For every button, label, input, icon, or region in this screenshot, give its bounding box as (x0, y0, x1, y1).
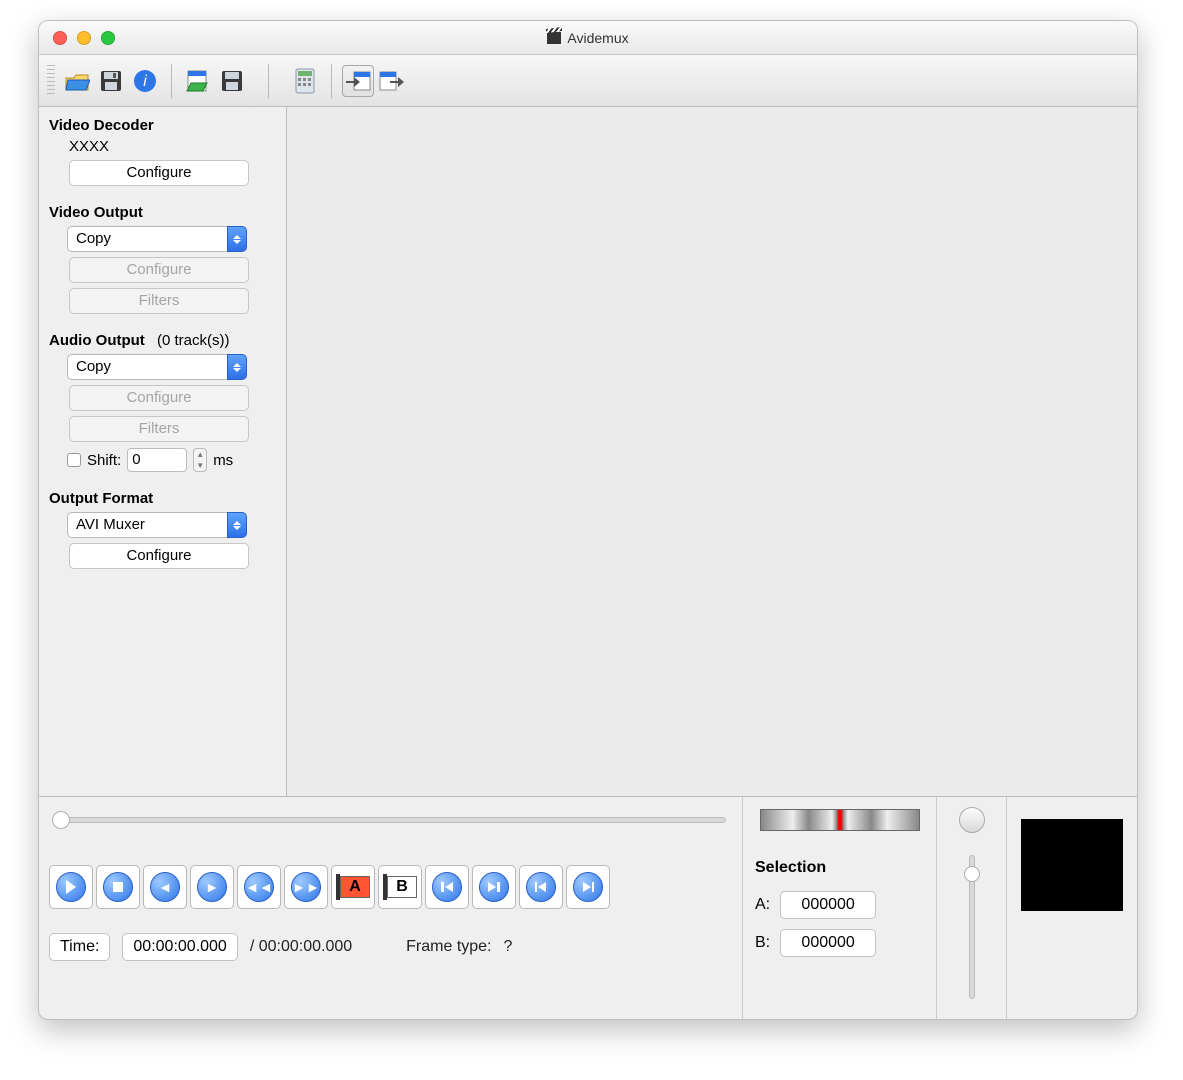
seek-thumb[interactable] (52, 811, 70, 829)
output-format-selected: AVI Muxer (67, 512, 227, 538)
svg-text:i: i (143, 73, 147, 90)
audio-output-tracks: (0 track(s)) (157, 332, 230, 349)
volume-pane (937, 797, 1007, 1019)
output-format-section: Output Format AVI Muxer Configure (49, 490, 278, 569)
open-file-button[interactable] (61, 65, 93, 97)
audio-output-selected: Copy (67, 354, 227, 380)
app-window: Avidemux i (38, 20, 1138, 1020)
video-output-filters-button: Filters (69, 288, 249, 314)
toolbar-grip (47, 65, 55, 97)
video-decoder-title: Video Decoder (49, 117, 278, 134)
prev-cut-button[interactable] (425, 865, 469, 909)
video-decoder-configure-button[interactable]: Configure (69, 160, 249, 186)
volume-thumb[interactable] (964, 866, 980, 882)
volume-slider[interactable] (969, 855, 975, 999)
titlebar: Avidemux (39, 21, 1137, 55)
audio-output-select[interactable]: Copy (67, 354, 247, 380)
video-output-title: Video Output (49, 204, 278, 221)
goto-end-button[interactable] (566, 865, 610, 909)
app-icon (547, 32, 561, 44)
frame-type-value: ? (504, 938, 513, 956)
stop-button[interactable] (96, 865, 140, 909)
next-keyframe-button[interactable]: ►► (284, 865, 328, 909)
video-output-selected: Copy (67, 226, 227, 252)
audio-output-title-text: Audio Output (49, 332, 145, 349)
toolbar: i (39, 55, 1137, 107)
audio-output-configure-button: Configure (69, 385, 249, 411)
audio-shift-checkbox[interactable] (67, 453, 81, 467)
export-button[interactable] (376, 65, 408, 97)
frame-type-label: Frame type: (406, 938, 491, 956)
audio-toggle-button[interactable] (959, 807, 985, 833)
seek-slider[interactable] (55, 817, 726, 823)
audio-output-filters-button: Filters (69, 416, 249, 442)
save-project-button[interactable] (216, 65, 248, 97)
selection-b-label: B: (755, 934, 770, 952)
bottom-panel: ◄ ► ◄◄ ►► A B Time: 00:00:00.000 / 00:00… (39, 797, 1137, 1019)
video-output-section: Video Output Copy Configure Filters (49, 204, 278, 314)
video-output-configure-button: Configure (69, 257, 249, 283)
marker-a-icon: A (340, 876, 370, 898)
time-input[interactable]: 00:00:00.000 (122, 933, 237, 961)
video-output-select[interactable]: Copy (67, 226, 247, 252)
audio-shift-label: Shift: (87, 452, 121, 469)
prev-keyframe-button[interactable]: ◄◄ (237, 865, 281, 909)
set-marker-a-button[interactable]: A (331, 865, 375, 909)
marker-b-icon: B (387, 876, 417, 898)
video-preview-area (287, 107, 1137, 796)
next-frame-button[interactable]: ► (190, 865, 234, 909)
selection-a-value[interactable]: 000000 (780, 891, 876, 919)
output-format-select[interactable]: AVI Muxer (67, 512, 247, 538)
thumbnail-pane (1007, 797, 1137, 1019)
audio-output-section: Audio Output (0 track(s)) Copy Configure… (49, 332, 278, 472)
window-zoom-button[interactable] (101, 31, 115, 45)
calculator-button[interactable] (289, 65, 321, 97)
output-format-configure-button[interactable]: Configure (69, 543, 249, 569)
window-close-button[interactable] (53, 31, 67, 45)
audio-shift-input[interactable]: 0 (127, 448, 187, 472)
select-arrows-icon (227, 354, 247, 380)
time-total: / 00:00:00.000 (250, 938, 352, 956)
window-minimize-button[interactable] (77, 31, 91, 45)
selection-title: Selection (755, 859, 924, 877)
info-button[interactable]: i (129, 65, 161, 97)
preview-thumbnail (1021, 819, 1123, 911)
selection-b-value[interactable]: 000000 (780, 929, 876, 957)
selection-pane: Selection A: 000000 B: 000000 (743, 797, 937, 1019)
audio-shift-unit: ms (213, 452, 233, 469)
video-decoder-section: Video Decoder XXXX Configure (49, 117, 278, 186)
play-button[interactable] (49, 865, 93, 909)
prev-frame-button[interactable]: ◄ (143, 865, 187, 909)
audio-shift-stepper[interactable]: ▲▼ (193, 448, 207, 472)
output-format-title: Output Format (49, 490, 278, 507)
next-cut-button[interactable] (472, 865, 516, 909)
save-file-button[interactable] (95, 65, 127, 97)
set-marker-b-button[interactable]: B (378, 865, 422, 909)
open-project-button[interactable] (182, 65, 214, 97)
settings-sidebar: Video Decoder XXXX Configure Video Outpu… (39, 107, 287, 796)
transport-bar: ◄ ► ◄◄ ►► A B (49, 865, 732, 909)
window-title: Avidemux (567, 30, 628, 46)
jog-wheel[interactable] (760, 809, 920, 831)
video-decoder-codec: XXXX (69, 138, 278, 155)
goto-start-button[interactable] (519, 865, 563, 909)
audio-output-title: Audio Output (0 track(s)) (49, 332, 278, 349)
import-button[interactable] (342, 65, 374, 97)
select-arrows-icon (227, 226, 247, 252)
time-label: Time: (49, 933, 110, 961)
select-arrows-icon (227, 512, 247, 538)
selection-a-label: A: (755, 896, 770, 914)
